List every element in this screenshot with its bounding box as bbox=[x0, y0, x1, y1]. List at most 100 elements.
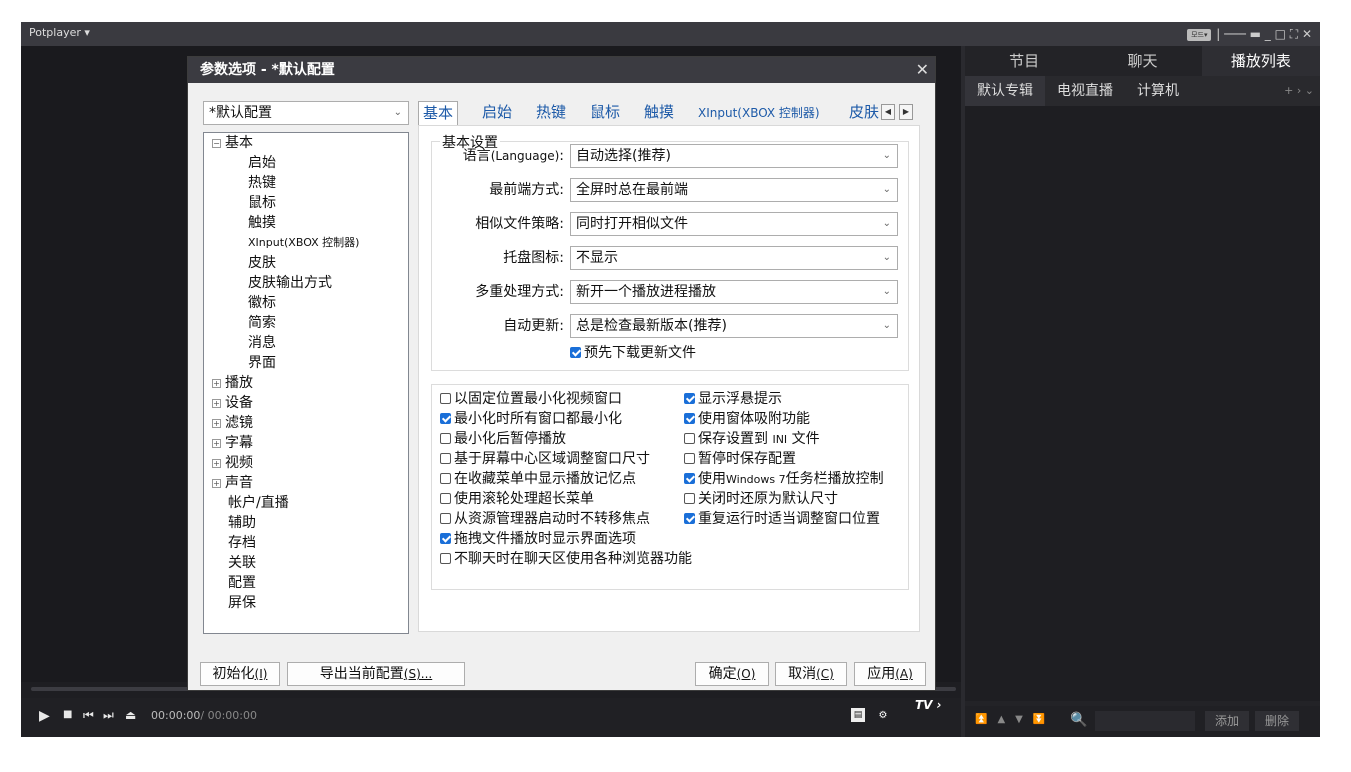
tree-item-basic[interactable]: − 基本 bbox=[212, 133, 253, 153]
expand-icon[interactable]: + bbox=[212, 459, 221, 468]
similar-files-select[interactable]: 同时打开相似文件 ⌄ bbox=[570, 212, 898, 236]
option-checkbox[interactable]: 关闭时还原为默认尺寸 bbox=[684, 489, 838, 509]
profile-select-value: *默认配置 bbox=[209, 105, 272, 121]
collapse-icon[interactable]: − bbox=[212, 139, 221, 148]
expand-icon[interactable]: + bbox=[212, 439, 221, 448]
tree-item-message[interactable]: 消息 bbox=[248, 333, 276, 353]
subtab-tv-live[interactable]: 电视直播 bbox=[1045, 76, 1125, 106]
expand-icon[interactable]: + bbox=[212, 379, 221, 388]
tray-icon-select[interactable]: 不显示 ⌄ bbox=[570, 246, 898, 270]
playlist-move-icons[interactable]: ⏫▲▼⏬ bbox=[975, 714, 1055, 725]
delete-button[interactable]: 删除 bbox=[1255, 711, 1299, 731]
mode-button[interactable]: 모드▾ bbox=[1187, 28, 1212, 41]
app-menu-button[interactable]: Potplayer ▾ bbox=[29, 26, 90, 39]
topmost-select[interactable]: 全屏时总在最前端 ⌄ bbox=[570, 178, 898, 202]
tv-label[interactable]: TV › bbox=[915, 698, 942, 712]
previous-icon[interactable]: ⏮ bbox=[83, 708, 94, 723]
tree-item-assist[interactable]: 辅助 bbox=[228, 513, 256, 533]
option-checkbox[interactable]: 显示浮悬提示 bbox=[684, 389, 782, 409]
tree-item-screensaver[interactable]: 屏保 bbox=[228, 593, 256, 613]
language-select[interactable]: 自动选择(推荐) ⌄ bbox=[570, 144, 898, 168]
option-checkbox[interactable]: 从资源管理器启动时不转移焦点 bbox=[440, 509, 650, 529]
expand-icon[interactable]: + bbox=[212, 479, 221, 488]
multi-instance-select[interactable]: 新开一个播放进程播放 ⌄ bbox=[570, 280, 898, 304]
subtab-controls[interactable]: + › ⌄ bbox=[1284, 76, 1320, 106]
dialog-title: 参数选项 - *默认配置 ✕ bbox=[188, 57, 935, 83]
tree-item-archive[interactable]: 存档 bbox=[228, 533, 256, 553]
tree-item-play[interactable]: + 播放 bbox=[212, 373, 253, 393]
tree-item-audio[interactable]: + 声音 bbox=[212, 473, 253, 493]
cancel-button[interactable]: 取消(C) bbox=[775, 662, 847, 686]
tree-item-skin-output[interactable]: 皮肤输出方式 bbox=[248, 273, 332, 293]
subtab-default-album[interactable]: 默认专辑 bbox=[965, 76, 1045, 106]
tab-skin[interactable]: 皮肤 bbox=[849, 101, 879, 123]
checkbox-icon bbox=[684, 493, 695, 504]
ok-button[interactable]: 确定(O) bbox=[695, 662, 769, 686]
tab-scroll-right-icon[interactable]: ▶ bbox=[899, 104, 913, 120]
option-checkbox[interactable]: 使用滚轮处理超长菜单 bbox=[440, 489, 594, 509]
tab-scroll-left-icon[interactable]: ◀ bbox=[881, 104, 895, 120]
tree-item-ui[interactable]: 界面 bbox=[248, 353, 276, 373]
option-checkbox[interactable]: 以固定位置最小化视频窗口 bbox=[440, 389, 622, 409]
gear-icon[interactable]: ⚙ bbox=[875, 708, 891, 724]
option-checkbox[interactable]: 最小化时所有窗口都最小化 bbox=[440, 409, 622, 429]
tab-mouse[interactable]: 鼠标 bbox=[590, 101, 620, 123]
tree-item-subtitle[interactable]: + 字幕 bbox=[212, 433, 253, 453]
add-button[interactable]: 添加 bbox=[1205, 711, 1249, 731]
tree-item-xinput[interactable]: XInput(XBOX 控制器) bbox=[248, 233, 359, 253]
tree-item-assoc[interactable]: 关联 bbox=[228, 553, 256, 573]
tree-item-logo[interactable]: 徽标 bbox=[248, 293, 276, 313]
export-config-button[interactable]: 导出当前配置(S)... bbox=[287, 662, 465, 686]
tab-xinput[interactable]: XInput(XBOX 控制器) bbox=[698, 102, 820, 124]
next-icon[interactable]: ⏭ bbox=[103, 708, 114, 723]
stop-icon[interactable]: ■ bbox=[63, 709, 72, 720]
tab-program[interactable]: 节目 bbox=[965, 46, 1083, 76]
apply-button[interactable]: 应用(A) bbox=[854, 662, 926, 686]
option-checkbox[interactable]: 保存设置到 INI 文件 bbox=[684, 429, 820, 450]
option-checkbox[interactable]: 重复运行时适当调整窗口位置 bbox=[684, 509, 902, 529]
expand-icon[interactable]: + bbox=[212, 399, 221, 408]
tab-basic[interactable]: 基本 bbox=[418, 101, 459, 125]
tree-item-brief[interactable]: 简索 bbox=[248, 313, 276, 333]
tab-hotkey[interactable]: 热键 bbox=[536, 101, 566, 123]
predownload-checkbox[interactable]: 预先下载更新文件 bbox=[570, 343, 696, 363]
expand-icon[interactable]: + bbox=[212, 419, 221, 428]
eject-icon[interactable]: ⏏ bbox=[125, 708, 136, 722]
option-checkbox[interactable]: 使用窗体吸附功能 bbox=[684, 409, 810, 429]
playlist-icon[interactable]: ▤ bbox=[851, 708, 865, 722]
option-checkbox[interactable]: 暂停时保存配置 bbox=[684, 449, 796, 469]
tree-item-mouse[interactable]: 鼠标 bbox=[248, 193, 276, 213]
playlist-search-input[interactable] bbox=[1095, 711, 1195, 731]
tab-playlist[interactable]: 播放列表 bbox=[1201, 46, 1320, 76]
option-checkbox[interactable]: 最小化后暂停播放 bbox=[440, 429, 566, 449]
tree-item-config[interactable]: 配置 bbox=[228, 573, 256, 593]
tree-item-startup[interactable]: 启始 bbox=[248, 153, 276, 173]
option-checkbox[interactable]: 拖拽文件播放时显示界面选项 bbox=[440, 529, 636, 549]
tab-touch[interactable]: 触摸 bbox=[644, 101, 674, 123]
close-icon[interactable]: ✕ bbox=[916, 57, 929, 83]
tree-item-device[interactable]: + 设备 bbox=[212, 393, 253, 413]
option-label: 关闭时还原为默认尺寸 bbox=[698, 491, 838, 507]
tree-item-touch[interactable]: 触摸 bbox=[248, 213, 276, 233]
tab-chat[interactable]: 聊天 bbox=[1083, 46, 1201, 76]
profile-select[interactable]: *默认配置 ⌄ bbox=[203, 101, 409, 125]
option-checkbox[interactable]: 基于屏幕中心区域调整窗口尺寸 bbox=[440, 449, 650, 469]
play-icon[interactable]: ▶ bbox=[39, 708, 50, 724]
tree-item-account[interactable]: 帐户/直播 bbox=[228, 493, 289, 513]
chevron-down-icon: ⌄ bbox=[882, 320, 891, 331]
window-control-buttons[interactable]: | ─── ▬ _ □ ⛶ ✕ bbox=[1216, 27, 1312, 42]
tree-item-filter[interactable]: + 滤镜 bbox=[212, 413, 253, 433]
playlist-area[interactable] bbox=[965, 106, 1320, 701]
tree-item-video[interactable]: + 视频 bbox=[212, 453, 253, 473]
checkbox-icon bbox=[440, 473, 451, 484]
init-button[interactable]: 初始化(I) bbox=[200, 662, 280, 686]
option-checkbox[interactable]: 不聊天时在聊天区使用各种浏览器功能 bbox=[440, 549, 692, 569]
subtab-computer[interactable]: 计算机 bbox=[1125, 76, 1191, 106]
tab-startup[interactable]: 启始 bbox=[482, 101, 512, 123]
tree-item-hotkey[interactable]: 热键 bbox=[248, 173, 276, 193]
option-checkbox[interactable]: 使用Windows 7任务栏播放控制 bbox=[684, 469, 902, 490]
search-icon[interactable]: 🔍 bbox=[1070, 712, 1094, 730]
auto-update-select[interactable]: 总是检查最新版本(推荐) ⌄ bbox=[570, 314, 898, 338]
option-checkbox[interactable]: 在收藏菜单中显示播放记忆点 bbox=[440, 469, 636, 489]
tree-item-skin[interactable]: 皮肤 bbox=[248, 253, 276, 273]
